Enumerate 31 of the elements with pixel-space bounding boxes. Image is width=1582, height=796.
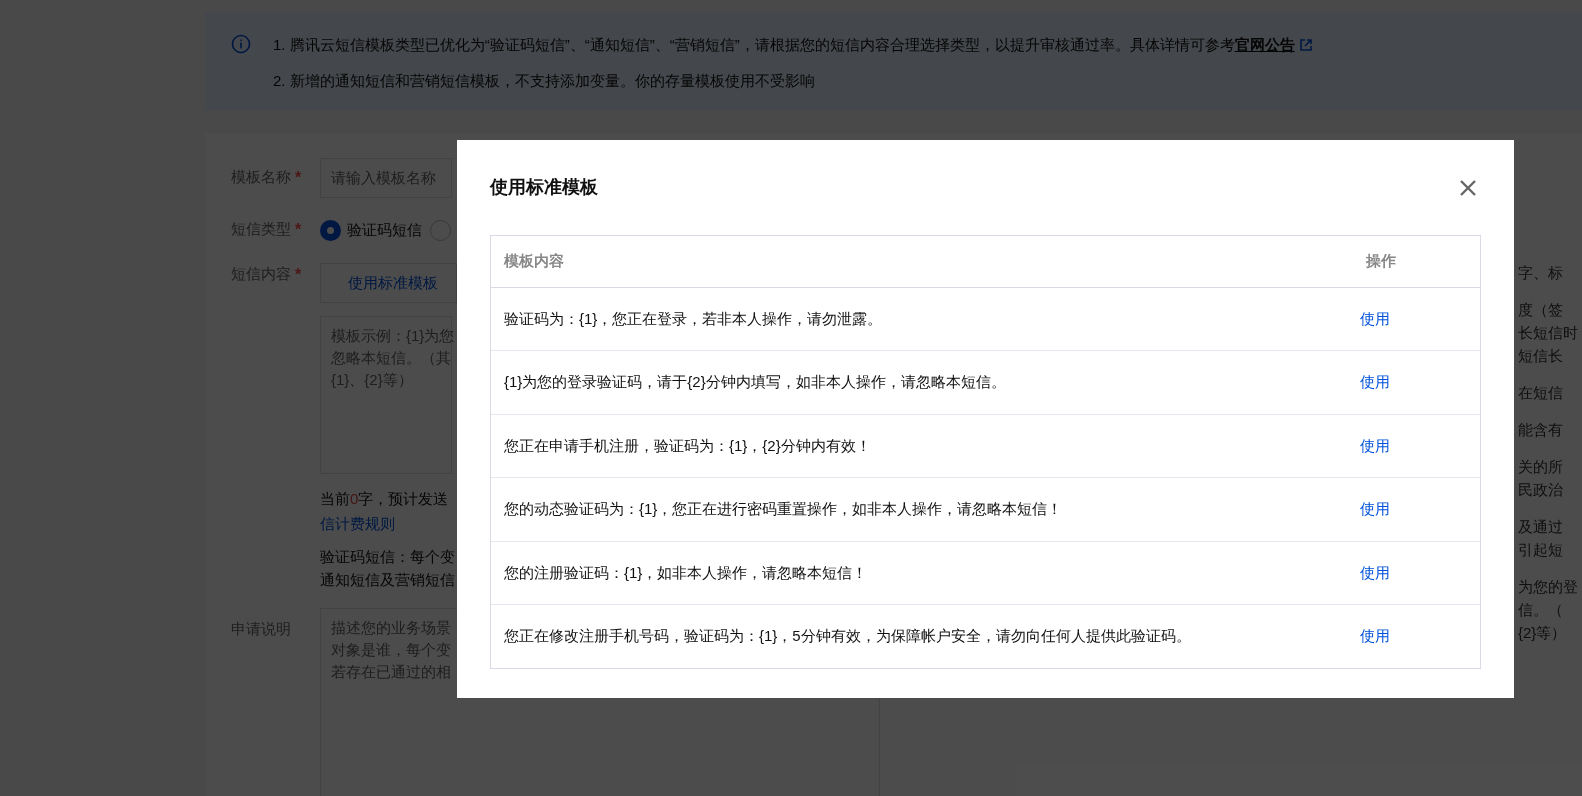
side-note-text: 关的所 民政治 [1518,457,1564,500]
close-button[interactable] [1459,178,1477,197]
table-cell-text: 您正在修改注册手机号码，验证码为：{1}，5分钟有效，为保障帐户安全，请勿向任何人提供此验证码。 [503,626,1192,647]
side-note-text: 在短信 [1518,383,1564,403]
column-header: 操作 [1365,251,1397,272]
radio-label: 验证码短信 [347,219,422,240]
table-cell-text: 您的注册验证码：{1}，如非本人操作，请忽略本短信！ [503,562,869,583]
table-cell-text: 验证码为：{1}，您正在登录，若非本人操作，请勿泄露。 [503,308,884,329]
use-link[interactable]: 使用 [1360,309,1390,327]
side-note-text: 字、标 [1518,263,1564,283]
side-note-text: 能含有 [1518,420,1564,440]
side-note-text: 度（签 长短信时 短信长 [1518,300,1579,366]
char-count-text: 当前0字，预计发送 [320,489,450,509]
use-link[interactable]: 使用 [1360,627,1390,645]
use-link[interactable]: 使用 [1360,436,1390,454]
table-cell-text: 您正在申请手机注册，验证码为：{1}，{2}分钟内有效！ [503,435,872,456]
table-cell-text: 您的动态验证码为：{1}，您正在进行密码重置操作，如非本人操作，请忽略本短信！ [503,499,1064,520]
side-note-text: 为您的登 信。（ {2}等） [1518,577,1579,643]
use-link[interactable]: 使用 [1360,500,1390,518]
notice-text: 2. 新增的通知短信和营销短信模板，不支持添加变量。你的存量模板使用不受影响 [273,70,815,91]
side-note-text: 及通过 引起短 [1518,517,1564,560]
dialog-title: 使用标准模板 [490,176,598,199]
required-mark: * [295,265,302,285]
use-link[interactable]: 使用 [1360,563,1390,581]
required-mark: * [295,168,302,188]
variable-note-text: 验证码短信：每个变 通知短信及营销短信 [320,547,456,590]
notice-text: 1. 腾讯云短信模板类型已优化为“验证码短信”、“通知短信”、“营销短信”，请根据您的短信内容合理选择类型，以提升审核通过率。具体详情可参考官网公告 [273,35,1295,55]
table-cell-text: {1}为您的登录验证码，请于{2}分钟内填写，如非本人操作，请忽略本短信。 [503,372,1007,393]
column-header: 模板内容 [502,251,565,272]
required-mark: * [295,220,302,240]
use-link[interactable]: 使用 [1360,373,1390,391]
